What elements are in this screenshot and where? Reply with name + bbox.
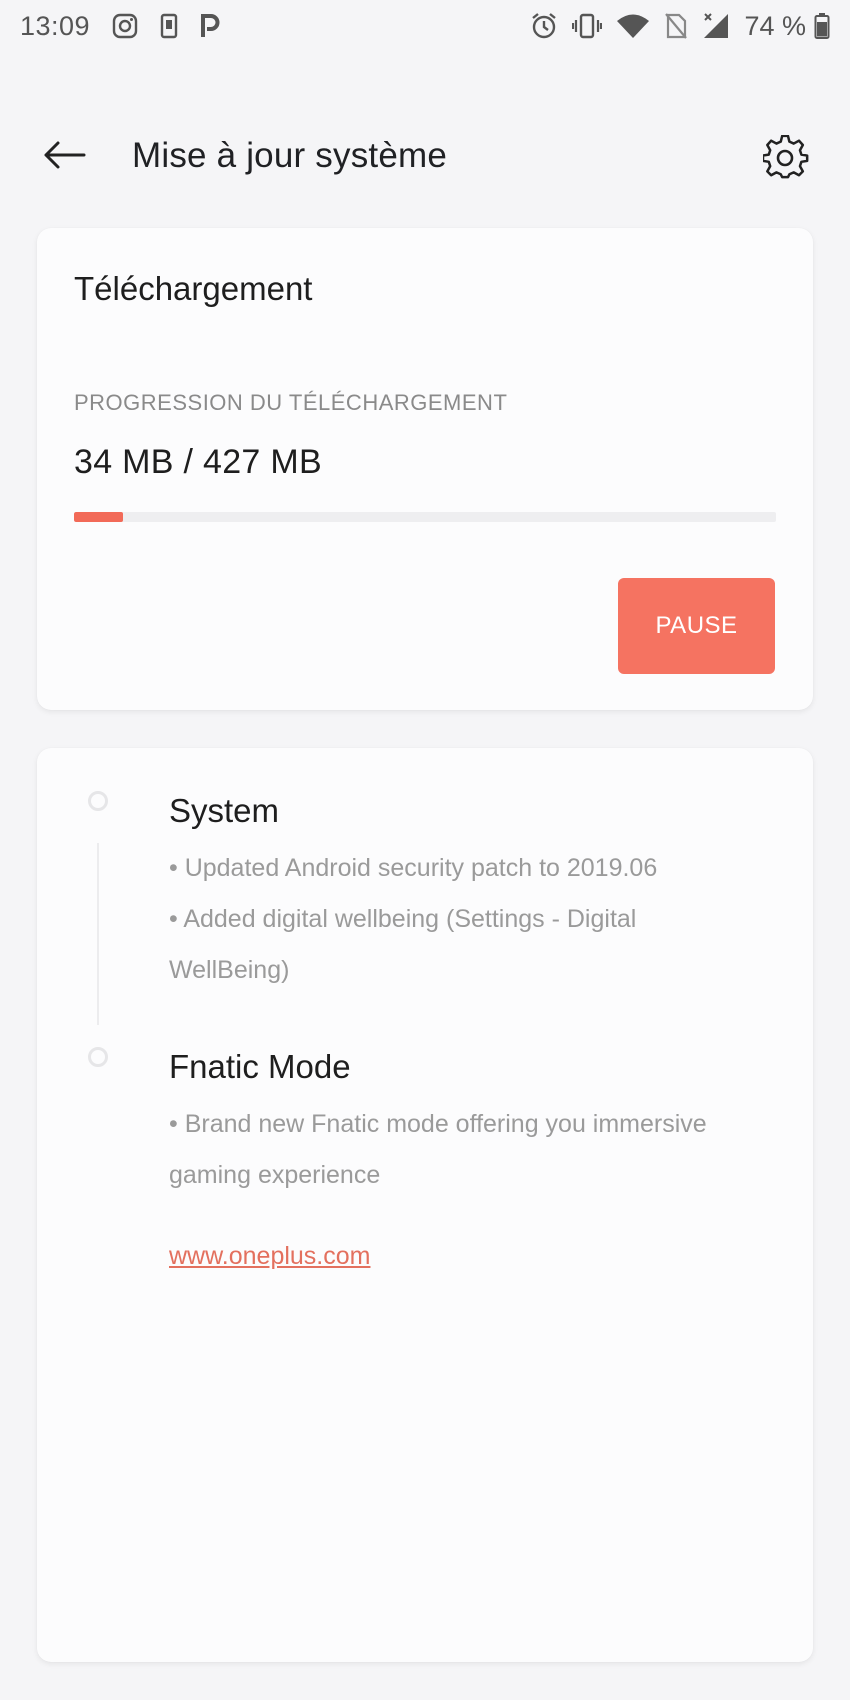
timeline-line bbox=[97, 843, 99, 1025]
changelog-line: gaming experience bbox=[169, 1161, 381, 1189]
progress-label: PROGRESSION DU TÉLÉCHARGEMENT bbox=[74, 390, 508, 415]
settings-button[interactable] bbox=[758, 132, 814, 184]
oneplus-link[interactable]: www.oneplus.com bbox=[169, 1242, 370, 1271]
timeline-dot bbox=[88, 791, 108, 811]
progress-bar bbox=[74, 512, 776, 522]
app-bar: Mise à jour système bbox=[0, 110, 850, 200]
status-bar: 13:09 74 % bbox=[0, 0, 850, 52]
changelog-line: WellBeing) bbox=[169, 956, 290, 984]
vibrate-icon bbox=[572, 12, 603, 40]
status-right: 74 % bbox=[530, 11, 830, 42]
back-button[interactable] bbox=[34, 132, 94, 178]
download-card: Téléchargement PROGRESSION DU TÉLÉCHARGE… bbox=[37, 228, 813, 710]
progress-value: 34 MB / 427 MB bbox=[74, 443, 322, 481]
battery-icon bbox=[814, 12, 830, 40]
section-title-system: System bbox=[169, 792, 280, 829]
pause-button[interactable]: PAUSE bbox=[618, 578, 775, 674]
instagram-icon bbox=[112, 13, 138, 39]
timeline-dot bbox=[88, 1047, 108, 1067]
battery-percent: 74 % bbox=[744, 10, 806, 41]
no-sim-icon bbox=[664, 12, 688, 40]
signal-icon bbox=[702, 12, 730, 40]
progress-fill bbox=[74, 512, 124, 522]
page-title: Mise à jour système bbox=[132, 136, 448, 175]
changelog-line: • Brand new Fnatic mode offering you imm… bbox=[169, 1110, 707, 1138]
arrow-left-icon bbox=[44, 141, 86, 169]
status-left: 13:09 bbox=[20, 11, 242, 42]
gear-icon bbox=[763, 135, 809, 179]
alarm-icon bbox=[530, 12, 558, 40]
p-app-icon bbox=[200, 13, 220, 39]
wifi-icon bbox=[616, 12, 650, 40]
changelog-line: • Updated Android security patch to 2019… bbox=[169, 854, 658, 882]
status-time: 13:09 bbox=[20, 10, 91, 41]
phone-icon bbox=[160, 13, 178, 39]
section-title-fnatic-mode: Fnatic Mode bbox=[169, 1048, 351, 1085]
download-title: Téléchargement bbox=[74, 270, 313, 307]
changelog-card: System • Updated Android security patch … bbox=[37, 748, 813, 1662]
changelog-line: • Added digital wellbeing (Settings - Di… bbox=[169, 905, 637, 933]
